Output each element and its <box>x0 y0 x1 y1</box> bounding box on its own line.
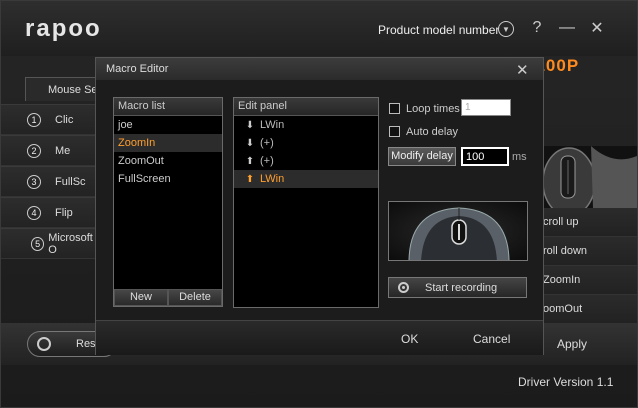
button-item-label: Flip <box>55 206 73 219</box>
mouse-side-image <box>533 146 637 208</box>
button-item[interactable]: 2 Me <box>1 135 101 166</box>
macro-list-header: Macro list <box>114 98 222 116</box>
right-item[interactable]: oomOut <box>531 295 637 324</box>
edit-step-label: LWin <box>260 119 285 131</box>
apply-button[interactable]: Apply <box>557 337 587 351</box>
modify-delay-button[interactable]: Modify delay <box>388 147 456 166</box>
edit-step-label: (+) <box>260 155 274 167</box>
loop-times-label: Loop times <box>406 103 460 115</box>
close-button[interactable]: ✕ <box>587 18 607 38</box>
auto-delay-label: Auto delay <box>406 126 458 138</box>
product-model-label[interactable]: Product model number <box>378 23 499 37</box>
edit-panel: Edit panel ⬇ LWin ⬇ (+) ⬆ (+) ⬆ LWin <box>233 97 379 308</box>
macro-list-panel: Macro list joe ZoomIn ZoomOut FullScreen <box>113 97 223 307</box>
driver-version: Driver Version 1.1 <box>518 375 614 389</box>
button-item[interactable]: 3 FullSc <box>1 166 101 197</box>
number-badge: 2 <box>27 143 41 158</box>
button-item[interactable]: 5 Microsoft O <box>1 228 101 259</box>
rapoo-logo: rapoo <box>25 15 102 42</box>
button-item[interactable]: 1 Clic <box>1 104 101 135</box>
loop-times-input[interactable]: 1 <box>461 99 511 116</box>
ok-button[interactable]: OK <box>401 332 418 346</box>
edit-panel-header: Edit panel <box>234 98 378 116</box>
close-icon[interactable]: ✕ <box>516 61 529 79</box>
right-item[interactable]: croll up <box>531 208 637 237</box>
edit-step-label: (+) <box>260 137 274 149</box>
minimize-button[interactable]: — <box>557 18 577 38</box>
edit-step-label: LWin <box>260 173 285 185</box>
delay-input[interactable]: 100 <box>461 147 509 166</box>
edit-step[interactable]: ⬇ (+) <box>234 134 378 152</box>
start-recording-label: Start recording <box>425 282 498 294</box>
edit-step[interactable]: ⬆ LWin <box>234 170 378 188</box>
macro-list-item[interactable]: ZoomOut <box>114 152 222 170</box>
button-item-label: Clic <box>55 113 74 126</box>
arrow-down-icon: ⬇ <box>245 137 255 149</box>
arrow-down-icon: ⬇ <box>245 119 255 131</box>
macro-list-item[interactable]: ZoomIn <box>114 134 222 152</box>
right-item[interactable]: ZoomIn <box>531 266 637 295</box>
number-badge: 3 <box>27 174 41 189</box>
button-assignment-list: 1 Clic 2 Me 3 FullSc 4 Flip 5 Microsoft … <box>1 104 101 259</box>
button-item-label: Me <box>55 144 71 157</box>
number-badge: 4 <box>27 205 41 220</box>
edit-step[interactable]: ⬆ (+) <box>234 152 378 170</box>
number-badge: 1 <box>27 112 41 127</box>
macro-list-item[interactable]: joe <box>114 116 222 134</box>
arrow-up-icon: ⬆ <box>245 173 255 185</box>
title-bar: rapoo Product model number ▼ ? — ✕ <box>1 1 637 56</box>
macro-list-item[interactable]: FullScreen <box>114 170 222 188</box>
button-item[interactable]: 4 Flip <box>1 197 101 228</box>
edit-step[interactable]: ⬇ LWin <box>234 116 378 134</box>
button-item-label: Microsoft O <box>48 231 93 256</box>
macro-editor-dialog: Macro Editor ✕ Macro list joe ZoomIn Zoo… <box>95 57 544 355</box>
cancel-button[interactable]: Cancel <box>473 332 510 346</box>
chevron-down-icon[interactable]: ▼ <box>498 21 514 37</box>
button-item-label: FullSc <box>55 175 86 188</box>
record-icon <box>398 282 409 293</box>
arrow-up-icon: ⬆ <box>245 155 255 167</box>
dialog-title: Macro Editor <box>106 63 169 75</box>
right-item[interactable]: roll down <box>531 237 637 266</box>
new-macro-button[interactable]: New <box>114 289 168 306</box>
auto-delay-checkbox[interactable] <box>389 126 400 137</box>
mouse-top-graphic <box>408 207 510 260</box>
delete-macro-button[interactable]: Delete <box>168 289 222 306</box>
help-icon[interactable]: ? <box>527 18 547 38</box>
number-badge: 5 <box>31 236 45 251</box>
mouse-side-graphic <box>542 146 637 208</box>
loop-times-checkbox[interactable] <box>389 103 400 114</box>
start-recording-button[interactable]: Start recording <box>388 277 527 298</box>
delay-unit: ms <box>512 151 527 163</box>
mouse-top-view-image <box>388 201 528 261</box>
reset-label: Res <box>76 338 96 350</box>
reset-icon <box>37 337 51 351</box>
right-assignment-list: croll up roll down ZoomIn oomOut <box>531 208 637 324</box>
dialog-title-bar: Macro Editor ✕ <box>96 58 543 80</box>
